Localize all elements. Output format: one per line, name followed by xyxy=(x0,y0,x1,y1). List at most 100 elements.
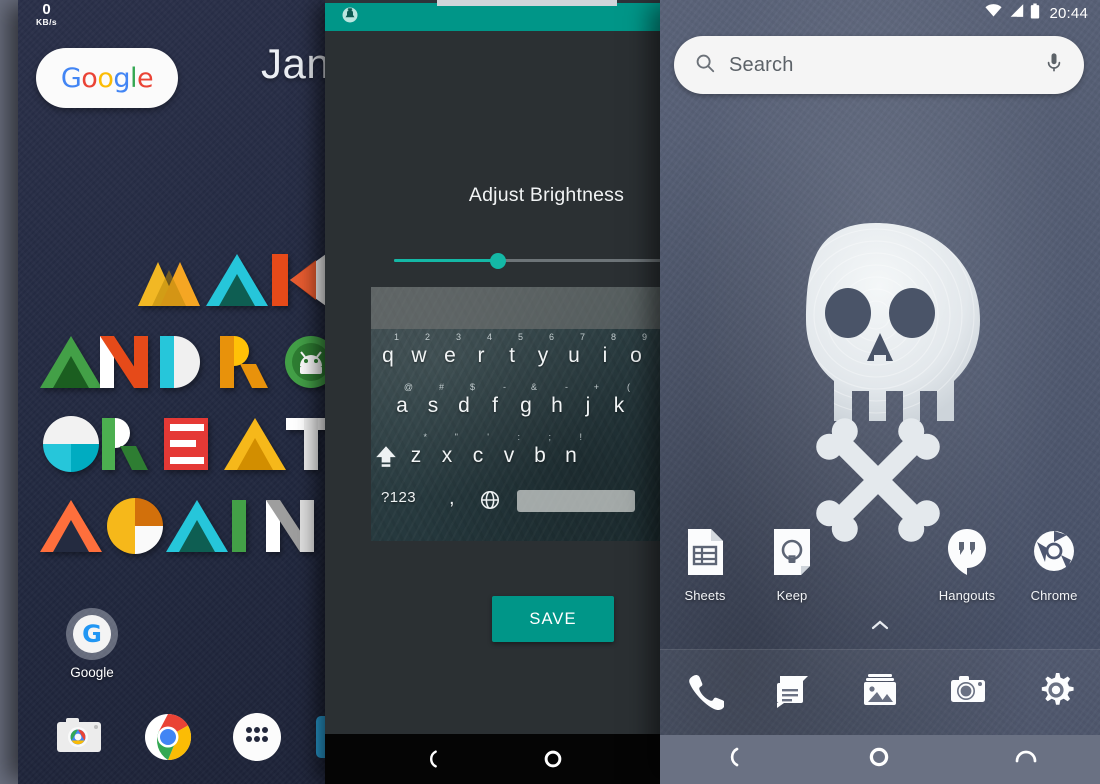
chrome-icon xyxy=(1032,531,1076,580)
keyboard-key-superscript: @ xyxy=(403,382,413,392)
keyboard-key-x[interactable]: " x xyxy=(432,431,462,481)
app-label-chrome: Chrome xyxy=(1030,588,1078,603)
keyboard-key-w[interactable]: 2w xyxy=(404,331,434,381)
keyboard-key-superscript: - xyxy=(503,382,506,392)
network-speed-value: 0 xyxy=(42,1,51,18)
keyboard-key-superscript: 8 xyxy=(610,332,616,342)
letter-M xyxy=(138,248,200,310)
search-icon xyxy=(694,52,716,79)
back-icon[interactable] xyxy=(421,748,443,775)
signal-icon xyxy=(1008,3,1024,23)
dock-left xyxy=(18,698,340,784)
keyboard-space-key[interactable] xyxy=(517,490,635,512)
keyboard-preview[interactable]: 1 q 2 w 3 e 4 r 5 t 6 y 7 u 8 i 9 o @ a # s $ d - f & g - h + j(k * z " x ' c… xyxy=(371,287,663,541)
keyboard-key-superscript: 1 xyxy=(393,332,399,342)
keyboard-key-q[interactable]: 1q xyxy=(373,331,403,381)
keyboard-key-superscript: 3 xyxy=(455,332,461,342)
keyboard-key-r[interactable]: 4r xyxy=(466,331,496,381)
microphone-icon[interactable] xyxy=(1044,52,1064,79)
wallpaper-line-again xyxy=(18,494,340,562)
recents-icon[interactable] xyxy=(1013,745,1039,774)
keyboard-key-a[interactable]: @ a xyxy=(387,381,417,431)
keyboard-key-superscript: 4 xyxy=(486,332,492,342)
keyboard-key-superscript: 5 xyxy=(517,332,523,342)
keyboard-key-superscript: # xyxy=(438,382,444,392)
network-speed-unit: KB/s xyxy=(36,17,57,27)
status-bar-right: 20:44 xyxy=(660,0,1100,26)
brightness-slider[interactable] xyxy=(394,253,663,269)
dock-item-app-drawer[interactable] xyxy=(232,712,282,762)
messages-icon[interactable] xyxy=(772,670,812,715)
letter-A4 xyxy=(40,494,102,556)
keyboard-key-z[interactable]: * z xyxy=(401,431,431,481)
phone-icon[interactable] xyxy=(684,670,726,715)
settings-icon[interactable] xyxy=(1036,670,1076,715)
letter-A5 xyxy=(166,494,228,556)
keyboard-key-o[interactable]: 9o xyxy=(621,331,651,381)
shift-icon[interactable] xyxy=(373,443,399,474)
google-search-pill[interactable]: Google xyxy=(36,48,178,108)
chevron-up-icon[interactable] xyxy=(660,618,1100,636)
keyboard-key-u[interactable]: 7u xyxy=(559,331,589,381)
keyboard-key-g[interactable]: & g xyxy=(511,381,541,431)
home-screen-app-row: Sheets Keep Hangouts Chrome xyxy=(660,528,1100,616)
keyboard-key-k[interactable]: (k xyxy=(604,381,634,431)
keyboard-comma-key[interactable]: , xyxy=(449,487,455,510)
keyboard-key-superscript: ; xyxy=(548,432,551,442)
app-hangouts[interactable]: Hangouts xyxy=(923,528,1011,603)
keyboard-key-t[interactable]: 5t xyxy=(497,331,527,381)
keyboard-key-j[interactable]: + j xyxy=(573,381,603,431)
keyboard-key-e[interactable]: 3e xyxy=(435,331,465,381)
keyboard-key-i[interactable]: 8i xyxy=(590,331,620,381)
gallery-icon[interactable] xyxy=(860,670,900,715)
keyboard-key-y[interactable]: 6y xyxy=(528,331,558,381)
camera-icon[interactable] xyxy=(948,670,988,715)
home-icon[interactable] xyxy=(542,748,564,775)
keyboard-key-v[interactable]: :v xyxy=(494,431,524,481)
keyboard-key-s[interactable]: # s xyxy=(418,381,448,431)
wallpaper-typography xyxy=(18,248,340,576)
keyboard-key-d[interactable]: $ d xyxy=(449,381,479,431)
keyboard-key-superscript: 9 xyxy=(641,332,647,342)
back-icon[interactable] xyxy=(721,745,745,774)
google-search-bar[interactable]: Search xyxy=(674,36,1084,94)
save-button[interactable]: SAVE xyxy=(492,596,614,642)
phone-panel-middle-adjust-brightness: Adjust Brightness 1 q 2 w 3 e 4 r 5 t 6 y 7 u 8 i 9 o @ a # s… xyxy=(325,0,663,784)
keyboard-key-h[interactable]: -h xyxy=(542,381,572,431)
letter-D xyxy=(160,330,222,392)
globe-icon[interactable] xyxy=(479,489,501,516)
keyboard-key-n[interactable]: ! n xyxy=(556,431,586,481)
app-keep[interactable]: Keep xyxy=(748,528,836,603)
keyboard-key-superscript: ! xyxy=(579,432,582,442)
keyboard-key-b[interactable]: ; b xyxy=(525,431,555,481)
keyboard-key-superscript: - xyxy=(565,382,568,392)
keyboard-key-superscript: $ xyxy=(469,382,475,392)
keyboard-key-superscript: * xyxy=(423,432,427,442)
keyboard-key-f[interactable]: -f xyxy=(480,381,510,431)
letter-N xyxy=(100,330,162,392)
dock-item-chrome[interactable] xyxy=(143,712,193,762)
navigation-bar-right xyxy=(660,735,1100,784)
skull-and-crossbones-wallpaper xyxy=(660,215,1100,545)
notification-icon xyxy=(341,6,359,29)
slider-thumb[interactable] xyxy=(489,253,506,269)
keyboard-key-superscript: 2 xyxy=(424,332,430,342)
letter-A xyxy=(206,248,268,310)
wifi-icon xyxy=(985,3,1003,23)
home-icon[interactable] xyxy=(867,745,891,774)
dock-item-camera[interactable] xyxy=(54,712,104,762)
sheets-icon xyxy=(683,529,727,580)
network-speed-indicator: 0 KB/s xyxy=(36,2,57,27)
google-folder-icon[interactable]: G xyxy=(66,608,118,660)
keyboard-key-c[interactable]: ' c xyxy=(463,431,493,481)
app-sheets[interactable]: Sheets xyxy=(661,528,749,603)
wallpaper-line-great xyxy=(18,412,340,480)
keyboard-key-superscript: 7 xyxy=(579,332,585,342)
search-input[interactable]: Search xyxy=(729,54,1044,77)
slider-fill xyxy=(394,259,498,262)
app-chrome[interactable]: Chrome xyxy=(1010,528,1098,603)
keyboard-row-3: * z " x ' c: v; b! n xyxy=(371,431,663,481)
keyboard-key-superscript: ( xyxy=(627,382,630,392)
google-folder-inner: G xyxy=(73,615,111,653)
keyboard-symbols-key[interactable]: ?123 xyxy=(381,489,416,506)
